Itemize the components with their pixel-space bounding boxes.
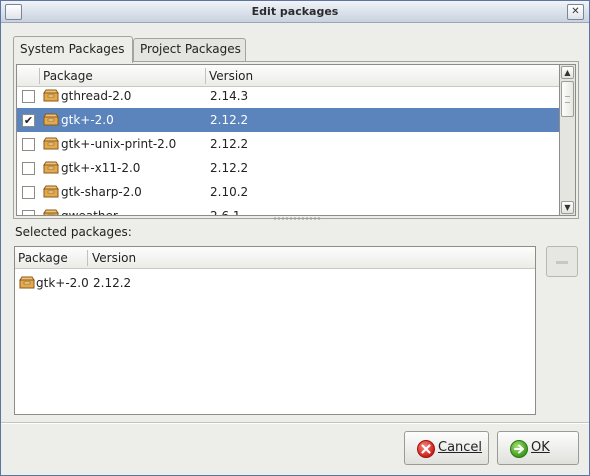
package-name: gthread-2.0: [61, 89, 132, 103]
vertical-scrollbar[interactable]: ▲ ▼: [560, 64, 576, 216]
package-version: 2.10.2: [210, 185, 249, 199]
list-header: Package Version: [15, 247, 535, 269]
column-header-package[interactable]: Package: [43, 69, 93, 83]
package-name: gweather: [61, 209, 118, 216]
list-item[interactable]: gtk+-unix-print-2.0 2.12.2: [17, 132, 559, 156]
package-name: gtk+-2.0: [36, 276, 89, 290]
package-checkbox[interactable]: [22, 210, 35, 215]
package-icon: [43, 161, 59, 177]
package-icon: [19, 276, 35, 292]
package-icon: [43, 185, 59, 201]
package-version: 2.12.2: [93, 276, 132, 290]
window-title: Edit packages: [251, 5, 339, 18]
package-name: gtk+-unix-print-2.0: [61, 137, 177, 151]
cancel-button[interactable]: Cancel: [404, 431, 489, 465]
header-separator: [87, 250, 88, 266]
header-separator: [205, 68, 206, 84]
column-header-version[interactable]: Version: [209, 69, 253, 83]
list-item[interactable]: gthread-2.0 2.14.3: [17, 84, 559, 108]
package-version: 2.12.2: [210, 137, 249, 151]
header-separator: [39, 68, 40, 84]
package-checkbox[interactable]: [22, 138, 35, 151]
package-icon: [43, 113, 59, 129]
list-item[interactable]: gweather 2.6.1: [17, 204, 559, 216]
list-item[interactable]: ✔ gtk+-2.0 2.12.2: [17, 108, 559, 132]
package-checkbox[interactable]: [22, 162, 35, 175]
pane-resize-handle[interactable]: [273, 217, 321, 220]
cancel-label: Cancel: [438, 440, 483, 455]
package-version: 2.12.2: [210, 161, 249, 175]
close-button[interactable]: ✕: [567, 4, 584, 20]
tab-project-packages[interactable]: Project Packages: [133, 38, 246, 62]
system-packages-list[interactable]: Package Version gthread-2.0 2.14.3 ✔ gtk+-2…: [16, 64, 560, 216]
edit-packages-dialog: Edit packages ✕ System Packages Project …: [0, 0, 590, 476]
package-version: 2.12.2: [210, 113, 249, 127]
package-checkbox[interactable]: [22, 90, 35, 103]
package-icon: [43, 209, 59, 215]
list-item[interactable]: gtk+-x11-2.0 2.12.2: [17, 156, 559, 180]
minus-icon: [556, 261, 568, 264]
package-version: 2.6.1: [210, 209, 241, 216]
scroll-down-arrow-icon[interactable]: ▼: [561, 201, 574, 214]
package-icon: [43, 137, 59, 153]
package-icon: [43, 89, 59, 105]
ok-button[interactable]: OK: [497, 431, 579, 465]
cancel-icon: [417, 440, 435, 458]
selected-packages-list[interactable]: Package Version gtk+-2.0 2.12.2: [14, 246, 536, 415]
package-name: gtk+-x11-2.0: [61, 161, 141, 175]
system-packages-panel: Package Version gthread-2.0 2.14.3 ✔ gtk+-2…: [13, 61, 579, 219]
scroll-up-arrow-icon[interactable]: ▲: [561, 66, 574, 79]
package-checkbox[interactable]: ✔: [22, 114, 35, 127]
selected-packages-label: Selected packages:: [15, 225, 132, 239]
column-header-package[interactable]: Package: [18, 251, 68, 265]
scrollbar-thumb[interactable]: [561, 81, 574, 117]
list-item[interactable]: gtk-sharp-2.0 2.10.2: [17, 180, 559, 204]
ok-label: OK: [531, 440, 550, 455]
title-bar: Edit packages ✕: [1, 1, 589, 23]
column-header-version[interactable]: Version: [92, 251, 136, 265]
package-name: gtk-sharp-2.0: [61, 185, 142, 199]
package-name: gtk+-2.0: [61, 113, 114, 127]
tab-system-packages[interactable]: System Packages: [13, 36, 133, 63]
remove-package-button[interactable]: [546, 246, 578, 277]
button-area-separator: [1, 422, 589, 424]
package-version: 2.14.3: [210, 89, 249, 103]
list-item[interactable]: gtk+-2.0 2.12.2: [15, 271, 535, 295]
ok-arrow-icon: [510, 440, 528, 458]
package-checkbox[interactable]: [22, 186, 35, 199]
